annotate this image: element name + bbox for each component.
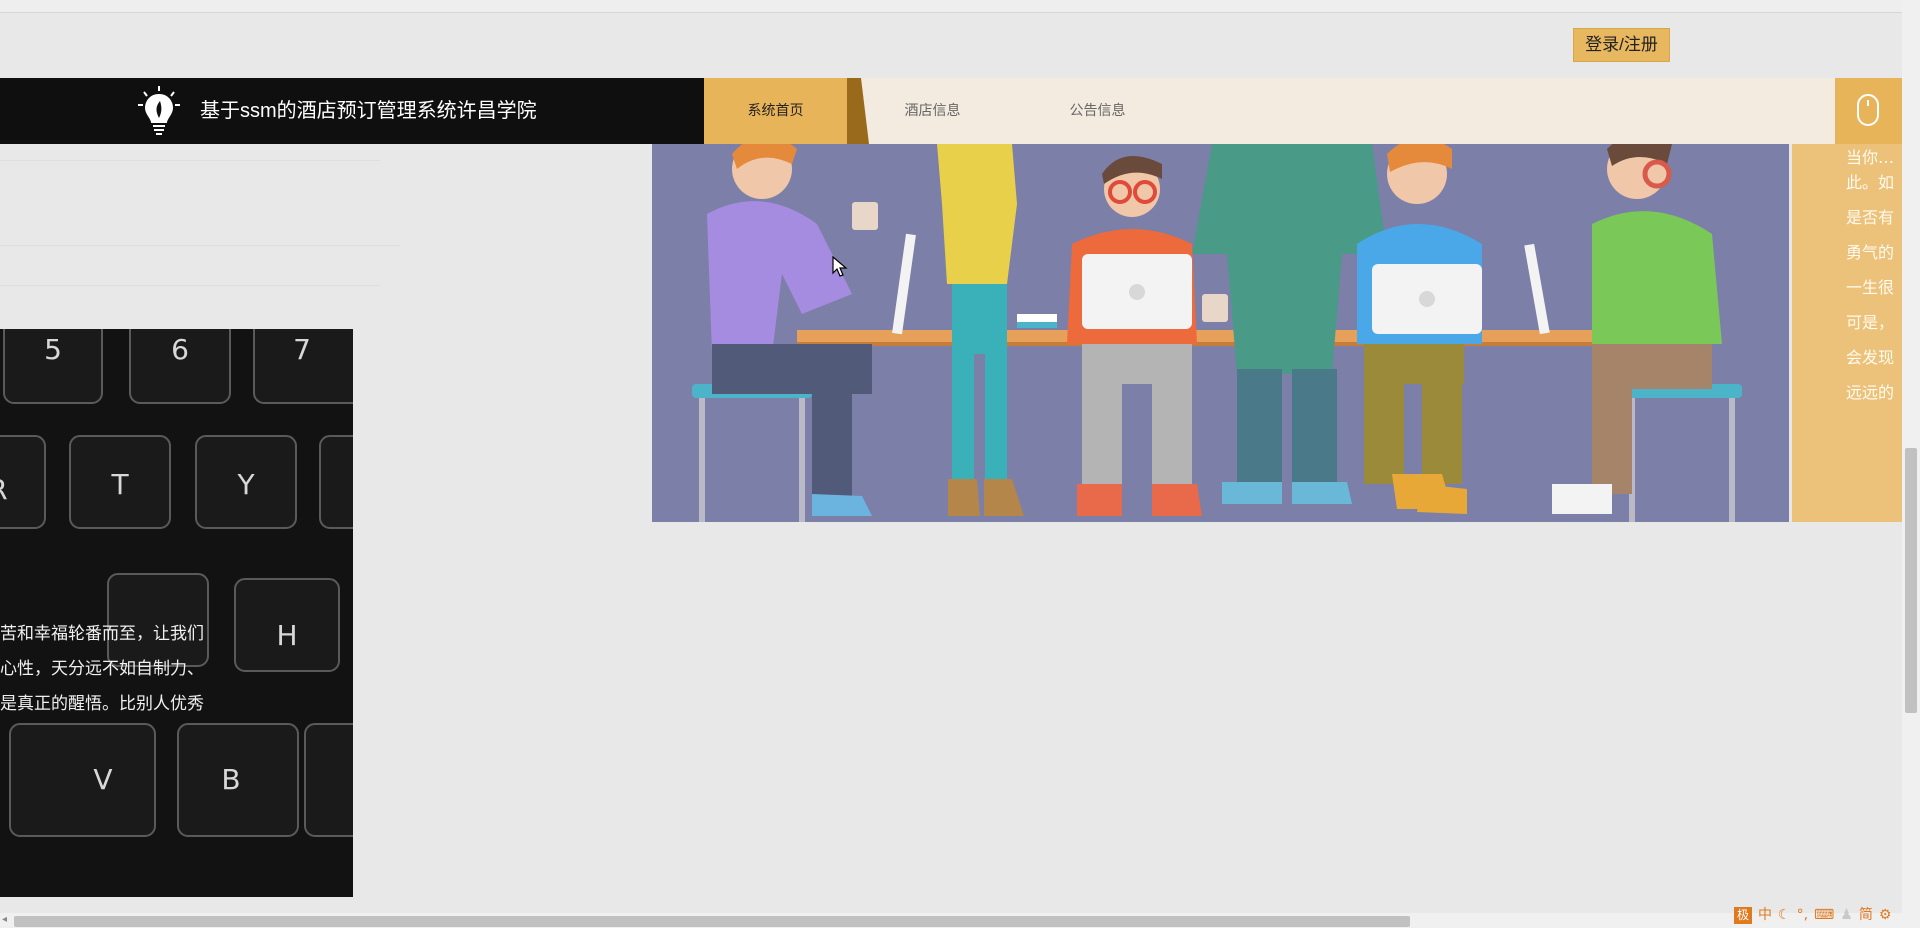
quote-line: 心性，天分远不如自制力、 — [0, 659, 204, 679]
ime-toolbar: 极 中 ☾ °, ⌨ ♟ 简 ⚙ — [1734, 904, 1891, 926]
key-b-label: B — [221, 763, 240, 796]
side-quote-panel: 当你… 此。如 是否有 勇气的 一生很 可是， 会发现 远远的 — [1792, 144, 1902, 522]
nav-active-tab-edge — [847, 78, 869, 144]
divider — [0, 160, 380, 161]
punctuation-icon[interactable]: °, — [1797, 906, 1808, 924]
team-illustration — [652, 144, 1789, 522]
horizontal-scrollbar-thumb[interactable] — [14, 916, 1410, 927]
side-quote-line: 当你… — [1846, 148, 1895, 167]
divider — [0, 245, 400, 246]
side-menu-toggle[interactable] — [1835, 78, 1902, 144]
side-quote-line: 可是， — [1846, 313, 1895, 332]
divider — [0, 285, 380, 286]
key-t-label: T — [110, 468, 129, 501]
header-nav-bar: 基于ssm的酒店预订管理系统许昌学院 系统首页 酒店信息 公告信息 — [0, 78, 1902, 144]
side-quote-line: 一生很 — [1846, 278, 1895, 297]
ime-logo[interactable]: 极 — [1734, 906, 1753, 924]
side-quote-line: 远远的 — [1846, 383, 1895, 402]
key-5-label: 5 — [44, 333, 62, 366]
key-h-label: H — [276, 619, 297, 652]
moon-icon[interactable]: ☾ — [1778, 906, 1791, 924]
user-icon[interactable]: ♟ — [1840, 906, 1853, 924]
key-v-label: V — [93, 763, 112, 796]
gear-icon[interactable]: ⚙ — [1879, 906, 1892, 924]
key-y-label: Y — [236, 468, 255, 501]
mouse-icon — [1857, 94, 1879, 126]
side-quote-line: 会发现 — [1846, 348, 1895, 367]
quote-line: 是真正的醒悟。比别人优秀 — [0, 694, 204, 714]
key-r-label: R — [0, 473, 8, 506]
key-7-label: 7 — [293, 333, 311, 366]
ime-simplified[interactable]: 简 — [1859, 906, 1873, 924]
scroll-left-arrow-icon[interactable]: ◂ — [2, 914, 7, 925]
quote-line: 苦和幸福轮番而至，让我们 — [0, 624, 204, 644]
vertical-scrollbar-thumb[interactable] — [1905, 448, 1917, 713]
brand-area[interactable]: 基于ssm的酒店预订管理系统许昌学院 — [0, 78, 704, 144]
ime-chinese-mode[interactable]: 中 — [1758, 906, 1772, 924]
side-quote-line: 勇气的 — [1846, 243, 1895, 262]
top-strip — [0, 0, 1902, 13]
login-register-button[interactable]: 登录/注册 — [1573, 28, 1670, 62]
side-quote-line: 是否有 — [1846, 208, 1895, 227]
keyboard-photo: 5 6 7 R T Y H V B — [0, 329, 353, 897]
side-quote-line: 此。如 — [1846, 173, 1895, 192]
nav-notice-info[interactable]: 公告信息 — [1035, 78, 1160, 144]
nav-home[interactable]: 系统首页 — [704, 78, 847, 144]
site-title: 基于ssm的酒店预订管理系统许昌学院 — [200, 100, 537, 122]
nav-hotel-info[interactable]: 酒店信息 — [870, 78, 995, 144]
lightbulb-logo-icon — [138, 86, 180, 135]
keyboard-photo-card: 5 6 7 R T Y H V B 苦和幸福轮番而至，让我们 心性，天分远不如自… — [0, 329, 353, 897]
keyboard-icon[interactable]: ⌨ — [1814, 906, 1834, 924]
mouse-cursor-icon — [832, 256, 848, 277]
key-6-label: 6 — [171, 333, 189, 366]
